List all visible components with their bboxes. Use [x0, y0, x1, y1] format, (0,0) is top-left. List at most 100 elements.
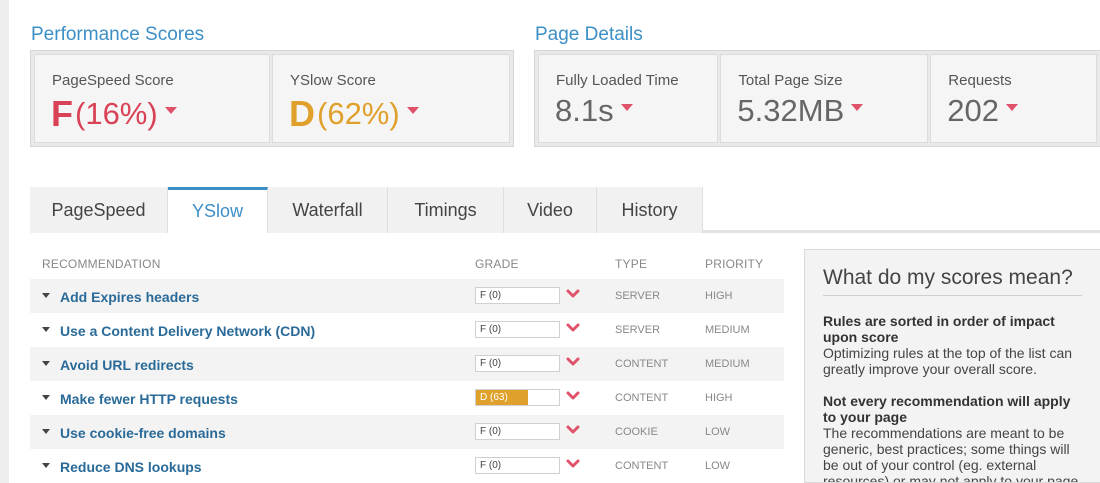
requests-value[interactable]: 202	[947, 93, 1019, 129]
scores-info-panel: What do my scores mean? Rules are sorted…	[804, 249, 1100, 483]
grade-bar: F (0)	[475, 287, 560, 304]
chevron-down-icon[interactable]	[1006, 103, 1019, 111]
recommendations-table: RECOMMENDATION GRADE TYPE PRIORITY Add E…	[30, 247, 784, 483]
pagespeed-score-value[interactable]: F (16%)	[51, 93, 177, 135]
rule-type: CONTENT	[615, 460, 669, 472]
info-body-2: The recommendations are meant to be gene…	[823, 425, 1079, 483]
page-size-card: Total Page Size 5.32MB	[720, 54, 929, 143]
rule-priority: LOW	[705, 426, 731, 438]
rule-priority: LOW	[705, 460, 731, 472]
pagespeed-percent: (16%)	[75, 96, 158, 131]
requests-card: Requests 202	[930, 54, 1097, 143]
pagespeed-score-card: PageSpeed Score F (16%)	[34, 54, 270, 143]
grade-value: F (0)	[480, 324, 502, 335]
rule-type: COOKIE	[615, 426, 658, 438]
rule-type: SERVER	[615, 290, 661, 302]
page-size-number: 5.32MB	[737, 93, 845, 128]
grade-bar: F (0)	[475, 355, 560, 372]
table-row[interactable]: Make fewer HTTP requests D (63) CONTENT …	[30, 381, 784, 415]
expand-caret-icon[interactable]	[42, 463, 50, 468]
requests-number: 202	[947, 93, 1000, 128]
grade-bar: F (0)	[475, 457, 560, 474]
tab-video[interactable]: Video	[504, 187, 597, 233]
recommendation-name[interactable]: Use a Content Delivery Network (CDN)	[60, 323, 315, 339]
pagespeed-score-label: PageSpeed Score	[52, 72, 174, 89]
chevron-down-icon[interactable]	[851, 103, 864, 111]
recommendation-name[interactable]: Reduce DNS lookups	[60, 459, 202, 475]
load-time-card: Fully Loaded Time 8.1s	[538, 54, 719, 143]
grade-value: D (63)	[480, 392, 508, 403]
expand-caret-icon[interactable]	[42, 429, 50, 434]
header-type: TYPE	[615, 257, 648, 271]
grade-value: F (0)	[480, 426, 502, 437]
chevron-down-icon[interactable]	[566, 391, 580, 401]
table-row[interactable]: Reduce DNS lookups F (0) CONTENT LOW	[30, 449, 784, 483]
requests-label: Requests	[948, 72, 1012, 89]
rule-priority: MEDIUM	[705, 324, 750, 336]
page-size-label: Total Page Size	[738, 72, 843, 89]
info-body-1: Optimizing rules at the top of the list …	[823, 345, 1073, 377]
table-header: RECOMMENDATION GRADE TYPE PRIORITY	[30, 247, 784, 279]
grade-bar: F (0)	[475, 321, 560, 338]
chevron-down-icon[interactable]	[566, 425, 580, 435]
expand-caret-icon[interactable]	[42, 395, 50, 400]
pagespeed-grade: F	[51, 93, 73, 134]
chevron-down-icon[interactable]	[406, 106, 419, 114]
yslow-score-value[interactable]: D (62%)	[289, 93, 419, 135]
load-time-label: Fully Loaded Time	[556, 72, 679, 89]
recommendation-name[interactable]: Use cookie-free domains	[60, 425, 226, 441]
expand-caret-icon[interactable]	[42, 361, 50, 366]
recommendation-name[interactable]: Make fewer HTTP requests	[60, 391, 238, 407]
load-time-number: 8.1s	[555, 93, 614, 128]
tab-yslow[interactable]: YSlow	[168, 187, 268, 233]
page-details-panel: Fully Loaded Time 8.1s Total Page Size 5…	[534, 50, 1100, 147]
tab-pagespeed[interactable]: PageSpeed	[30, 187, 168, 233]
recommendation-name[interactable]: Avoid URL redirects	[60, 357, 194, 373]
left-edge-strip	[0, 0, 9, 483]
header-grade: GRADE	[475, 257, 519, 271]
tab-waterfall[interactable]: Waterfall	[268, 187, 388, 233]
table-row[interactable]: Add Expires headers F (0) SERVER HIGH	[30, 279, 784, 313]
grade-value: F (0)	[480, 460, 502, 471]
info-heading-2: Not every recommendation will apply to y…	[823, 393, 1071, 425]
rule-type: SERVER	[615, 324, 661, 336]
tab-history[interactable]: History	[597, 187, 703, 233]
yslow-grade: D	[289, 93, 315, 134]
performance-scores-panel: PageSpeed Score F (16%) YSlow Score D (6…	[30, 50, 514, 147]
page-details-title: Page Details	[535, 24, 643, 45]
page-size-value[interactable]: 5.32MB	[737, 93, 864, 129]
yslow-percent: (62%)	[317, 96, 400, 131]
yslow-score-label: YSlow Score	[290, 72, 376, 89]
load-time-value[interactable]: 8.1s	[555, 93, 633, 129]
report-tabs: PageSpeed YSlow Waterfall Timings Video …	[30, 187, 703, 233]
info-heading-1: Rules are sorted in order of impact upon…	[823, 313, 1055, 345]
table-row[interactable]: Use a Content Delivery Network (CDN) F (…	[30, 313, 784, 347]
yslow-score-card: YSlow Score D (62%)	[272, 54, 510, 143]
performance-scores-title: Performance Scores	[31, 24, 205, 45]
info-title: What do my scores mean?	[823, 266, 1082, 296]
table-row[interactable]: Avoid URL redirects F (0) CONTENT MEDIUM	[30, 347, 784, 381]
rule-priority: HIGH	[705, 392, 733, 404]
grade-value: F (0)	[480, 290, 502, 301]
rule-priority: HIGH	[705, 290, 733, 302]
chevron-down-icon[interactable]	[566, 357, 580, 367]
rule-type: CONTENT	[615, 392, 669, 404]
rule-priority: MEDIUM	[705, 358, 750, 370]
chevron-down-icon[interactable]	[566, 459, 580, 469]
chevron-down-icon[interactable]	[566, 289, 580, 299]
chevron-down-icon[interactable]	[620, 103, 633, 111]
rule-type: CONTENT	[615, 358, 669, 370]
expand-caret-icon[interactable]	[42, 327, 50, 332]
table-row[interactable]: Use cookie-free domains F (0) COOKIE LOW	[30, 415, 784, 449]
grade-bar: D (63)	[475, 389, 560, 406]
header-priority: PRIORITY	[705, 257, 764, 271]
chevron-down-icon[interactable]	[566, 323, 580, 333]
grade-value: F (0)	[480, 358, 502, 369]
table-body: Add Expires headers F (0) SERVER HIGH Us…	[30, 279, 784, 483]
recommendation-name[interactable]: Add Expires headers	[60, 289, 199, 305]
chevron-down-icon[interactable]	[164, 106, 177, 114]
grade-bar: F (0)	[475, 423, 560, 440]
expand-caret-icon[interactable]	[42, 293, 50, 298]
header-recommendation: RECOMMENDATION	[42, 257, 161, 271]
tab-timings[interactable]: Timings	[388, 187, 504, 233]
